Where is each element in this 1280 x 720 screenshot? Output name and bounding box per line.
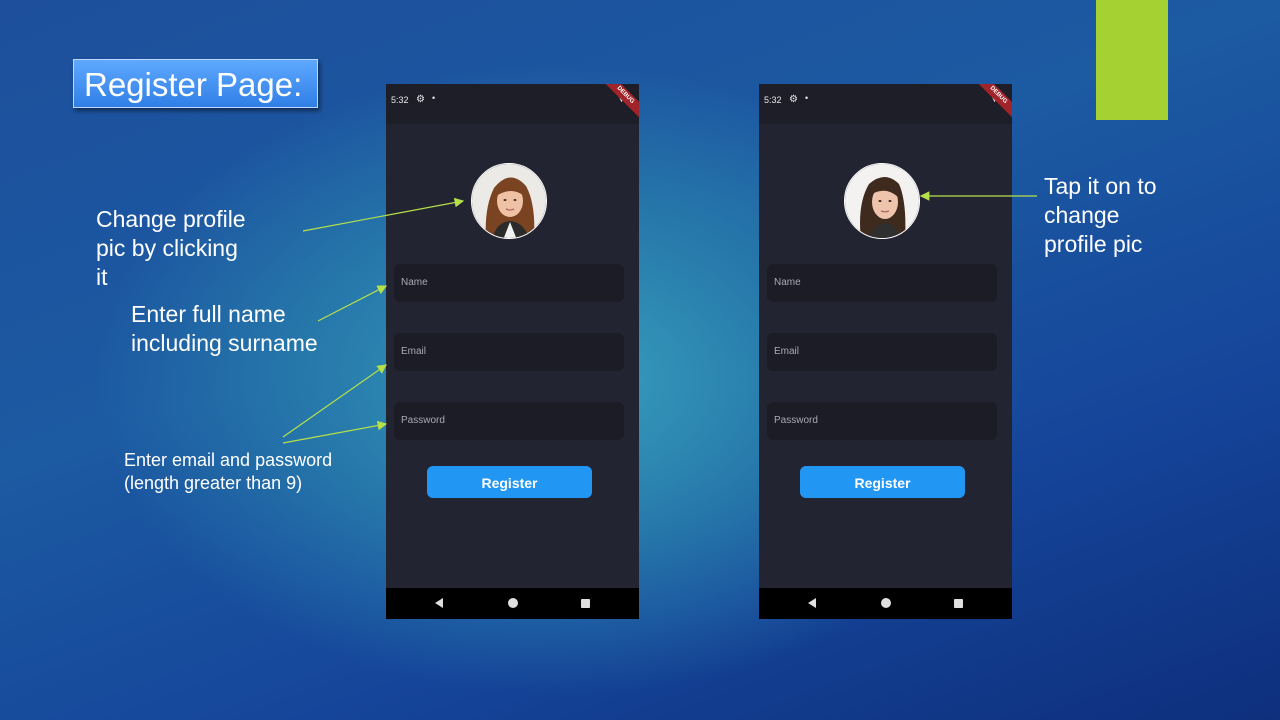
arrow-to-email-field [282, 364, 387, 438]
arrow-to-name-field [317, 285, 388, 322]
arrow-to-avatar [302, 197, 465, 232]
annotation-arrows [282, 191, 1037, 444]
